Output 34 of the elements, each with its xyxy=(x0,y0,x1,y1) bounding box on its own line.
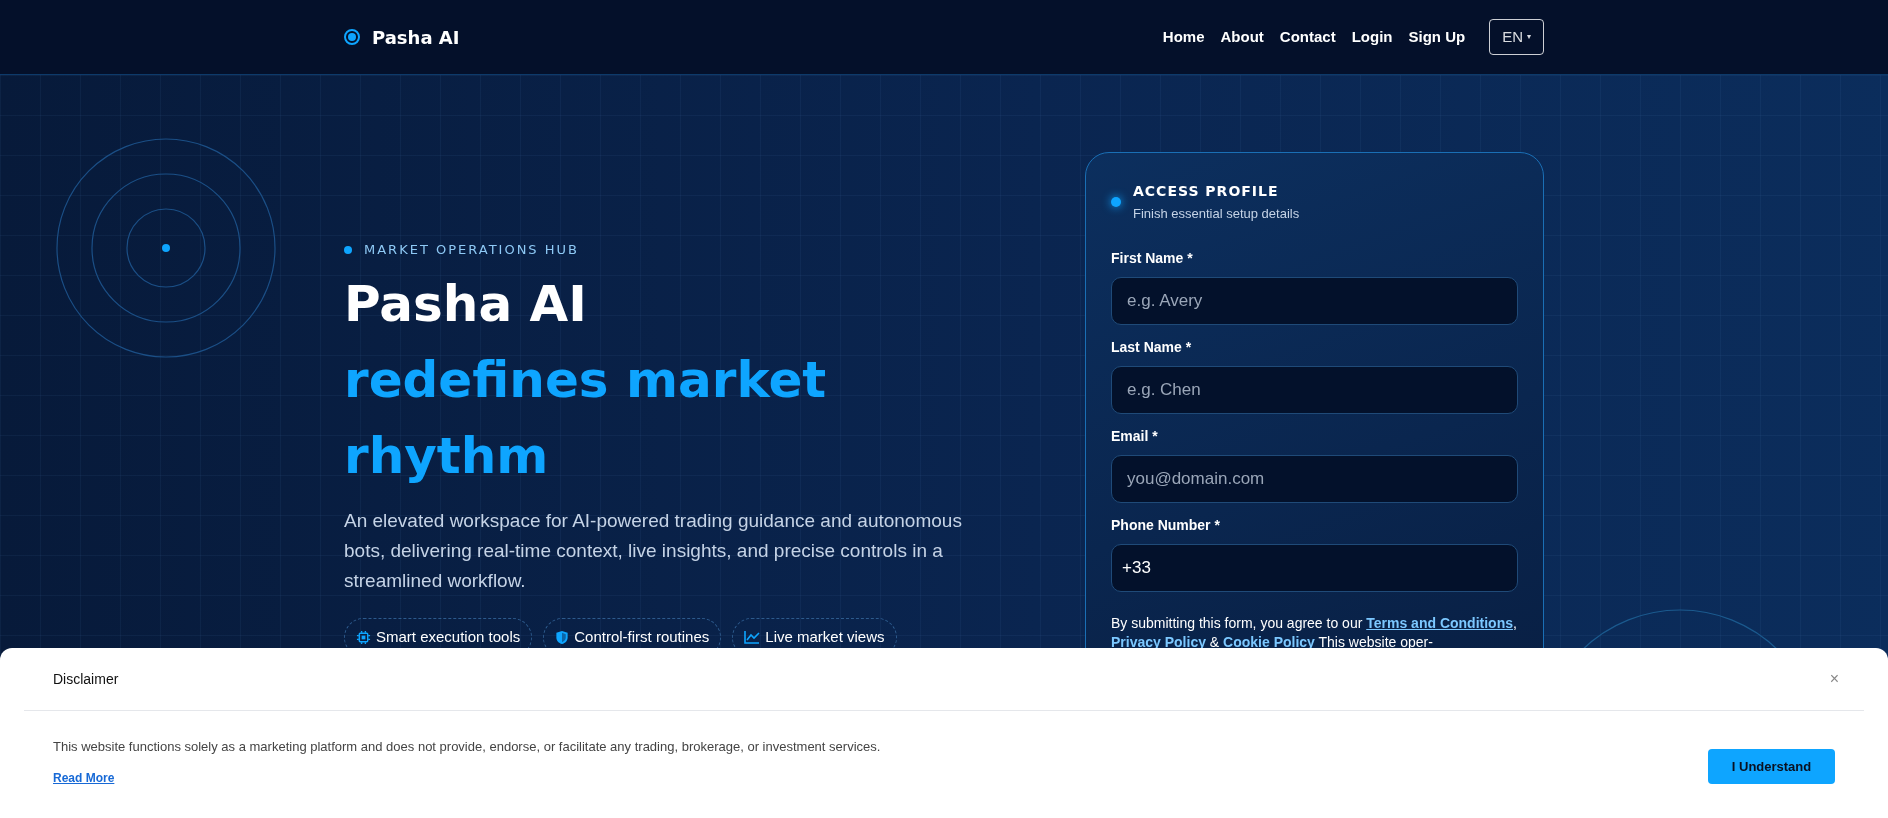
field-label: Email * xyxy=(1111,426,1159,446)
field-label: First Name * xyxy=(1111,248,1194,268)
logo-text[interactable]: Pasha AI xyxy=(372,23,460,51)
field-label: Phone Number * xyxy=(1111,515,1221,535)
policy-link[interactable]: Privacy Policy xyxy=(1111,633,1206,650)
hero-title: Pasha AI xyxy=(344,273,588,335)
nav-link[interactable]: Login xyxy=(1351,25,1393,49)
eyebrow-text: MARKET OPERATIONS HUB xyxy=(364,241,579,259)
input-field[interactable]: +33 xyxy=(1111,543,1518,592)
chart-icon xyxy=(744,630,761,644)
shield-icon xyxy=(555,629,570,645)
hero-description: An elevated workspace for AI-powered trading guidance and autonomous bots, delivering real-time context, live insights, and precise controls in a streamlined workflow. xyxy=(344,508,963,593)
understand-button[interactable]: I Understand xyxy=(1708,749,1835,784)
field-label: Last Name * xyxy=(1111,337,1193,357)
chip-icon xyxy=(356,629,371,645)
read-more-link[interactable]: Read More xyxy=(53,768,115,787)
input-field[interactable]: e.g. Avery xyxy=(1111,276,1518,325)
disclaimer-text: This website functions solely as a marketing platform and does not provide, endorse, or facilitate any trading, brokerage, or investment services. xyxy=(53,738,881,756)
nav-link[interactable]: Contact xyxy=(1279,25,1336,49)
policy-link[interactable]: Cookie Policy xyxy=(1223,633,1315,650)
input-field[interactable]: you@domain.com xyxy=(1111,454,1518,503)
consent-text: By submitting this form, you agree to our Terms and Conditions, Privacy Policy & Cookie Policy This website oper- xyxy=(1111,613,1518,652)
input-field[interactable]: e.g. Chen xyxy=(1111,365,1518,414)
logo-icon xyxy=(344,29,360,45)
form-subtitle: Finish essential setup details xyxy=(1133,205,1300,223)
nav-link[interactable]: Sign Up xyxy=(1408,25,1466,49)
language-select[interactable]: EN ▾ xyxy=(1489,19,1544,55)
disclaimer-title: Disclaimer xyxy=(53,669,119,689)
close-button[interactable]: × xyxy=(1829,667,1839,691)
nav-link[interactable]: Home xyxy=(1162,25,1205,49)
policy-link[interactable]: Terms and Conditions xyxy=(1366,614,1513,631)
form-title: ACCESS PROFILE xyxy=(1133,182,1280,201)
nav-link[interactable]: About xyxy=(1220,25,1264,49)
hero-title-accent: redefines market rhythm xyxy=(344,349,828,487)
